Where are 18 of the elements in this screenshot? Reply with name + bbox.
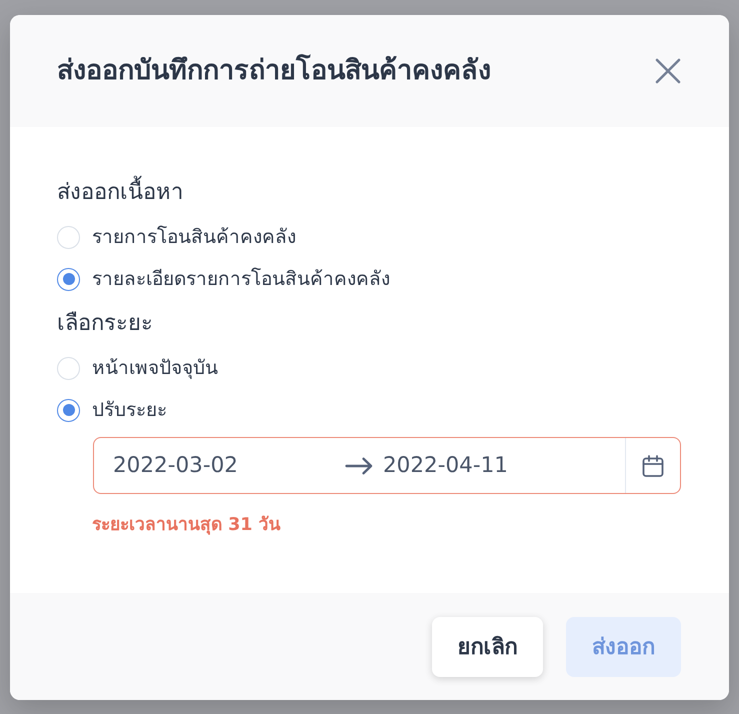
end-date-input[interactable]: 2022-04-11 bbox=[383, 450, 625, 482]
option-label[interactable]: รายการโอนสินค้าคงคลัง bbox=[92, 224, 296, 250]
option-label[interactable]: ปรับระยะ bbox=[92, 397, 167, 423]
dialog-title: ส่งออกบันทึกการถ่ายโอนสินค้าคงคลัง bbox=[57, 53, 491, 88]
error-message: ระยะเวลานานสุด 31 วัน bbox=[92, 514, 281, 537]
section-label: ส่งออกเนื้อหา bbox=[57, 177, 183, 209]
radio-button[interactable] bbox=[57, 268, 80, 290]
arrow-right-icon bbox=[345, 456, 373, 474]
cancel-button[interactable]: ยกเลิก bbox=[432, 616, 543, 676]
close-icon bbox=[655, 58, 681, 84]
date-range-field[interactable]: 2022-03-02 2022-04-11 bbox=[93, 437, 681, 494]
radio-button[interactable] bbox=[57, 398, 80, 422]
start-date-input[interactable]: 2022-03-02 bbox=[113, 450, 345, 482]
option-label[interactable]: รายละเอียดรายการโอนสินค้าคงคลัง bbox=[92, 266, 390, 292]
close-button[interactable] bbox=[655, 58, 681, 84]
option-label[interactable]: หน้าเพจปัจจุบัน bbox=[92, 355, 218, 381]
section-label: เลือกระยะ bbox=[57, 310, 153, 338]
calendar-icon[interactable] bbox=[642, 454, 664, 476]
